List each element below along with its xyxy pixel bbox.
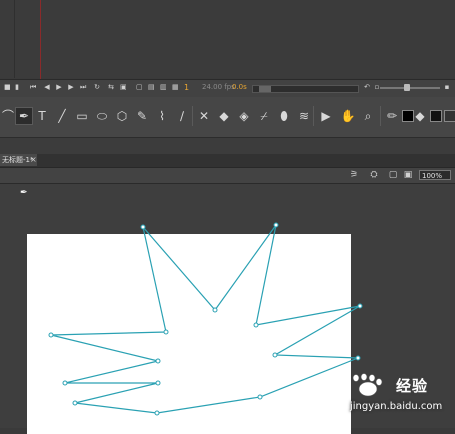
step-back-icon[interactable]: ◀ xyxy=(44,84,50,91)
fill-color-swatch[interactable] xyxy=(430,110,442,122)
ink-bottle-icon[interactable]: ◈ xyxy=(236,108,252,124)
tool-separator xyxy=(380,106,381,126)
watermark-brand: 经验 xyxy=(396,377,429,395)
camera-icon[interactable]: ▶ xyxy=(318,108,334,124)
slider-knob[interactable] xyxy=(404,84,410,91)
line-icon[interactable]: ╱ xyxy=(54,108,70,124)
layer-delete-icon[interactable]: ▮ xyxy=(14,84,20,91)
polystar-icon[interactable]: ⬡ xyxy=(114,108,130,124)
pencil-icon[interactable]: ✎ xyxy=(134,108,150,124)
timeline-controls-bar: ■ ▮ ⏮ ◀ ▶ ▶ ⏭ ↻ ⇆ ▣ ▢ ▤ ▥ ▦ 1 24.00 fps … xyxy=(0,79,455,98)
onion-outline-icon[interactable]: ▢ xyxy=(136,84,143,91)
pen-icon[interactable]: ✒ xyxy=(15,107,33,125)
rectangle-icon[interactable]: ▭ xyxy=(74,108,90,124)
current-frame-readout: 1 xyxy=(184,83,190,92)
pen-cursor-icon: ✒ xyxy=(20,188,28,198)
stage-canvas[interactable] xyxy=(27,234,351,434)
brush-alt-icon[interactable]: ∕ xyxy=(174,108,190,124)
edit-multiple-frames-icon[interactable]: ▤ xyxy=(148,84,155,91)
eraser-icon[interactable]: ⬮ xyxy=(276,108,292,124)
hand-icon[interactable]: ✋ xyxy=(340,108,356,124)
frame-view-icon[interactable]: ▦ xyxy=(172,84,179,91)
watermark-url: jingyan.baidu.com xyxy=(350,401,443,412)
scrollbar-thumb[interactable] xyxy=(259,86,271,92)
zoom-in-icon[interactable]: ▪ xyxy=(444,84,450,91)
center-frame-icon[interactable]: ⇆ xyxy=(108,84,114,91)
timeline-zoom-slider[interactable] xyxy=(380,84,440,91)
document-tab-bar: 无标题-1* × xyxy=(0,154,455,168)
clip-content-icon[interactable]: ▢ xyxy=(388,170,398,180)
fill-color-icon[interactable]: ◆ xyxy=(412,108,428,124)
elapsed-time-readout: 0.0s xyxy=(232,83,247,91)
swap-colors-swatch[interactable] xyxy=(444,110,455,122)
goto-first-frame-icon[interactable]: ⏮ xyxy=(30,84,36,91)
lasso-icon[interactable]: ⌒ xyxy=(0,108,16,124)
camera-layer-icon[interactable]: ■ xyxy=(4,84,11,91)
center-stage-icon[interactable]: ▣ xyxy=(403,170,413,180)
bone-icon[interactable]: ✕ xyxy=(196,108,212,124)
eyedropper-icon[interactable]: ⌿ xyxy=(256,108,272,124)
timeline-layer-divider xyxy=(14,0,15,78)
watermark: 经验 jingyan.baidu.com xyxy=(342,372,452,418)
timeline-panel[interactable] xyxy=(0,0,455,78)
edit-bar: ⚞ ⛭ ▢ ▣ 100% xyxy=(0,168,455,184)
timeline-scrollbar[interactable] xyxy=(252,85,359,93)
text-icon[interactable]: T xyxy=(34,108,50,124)
zoom-level-field[interactable]: 100% xyxy=(419,170,451,180)
symbol-icon[interactable]: ⛭ xyxy=(369,170,379,180)
onion-skin-icon[interactable]: ▣ xyxy=(120,84,127,91)
tool-separator xyxy=(192,106,193,126)
tool-separator xyxy=(313,106,314,126)
tools-panel: ⌒ ✒ T ╱ ▭ ⬭ ⬡ ✎ ⌇ ∕ ✕ ◆ ◈ ⌿ ⬮ ≋ ▶ ✋ ⌕ ✏ … xyxy=(0,97,455,138)
loop-icon[interactable]: ↻ xyxy=(94,84,100,91)
close-icon[interactable]: × xyxy=(30,154,37,166)
goto-last-frame-icon[interactable]: ⏭ xyxy=(80,84,86,91)
baidu-paw-logo-icon xyxy=(352,373,383,397)
modify-markers-icon[interactable]: ▥ xyxy=(160,84,167,91)
panel-divider xyxy=(0,138,455,154)
brush-icon[interactable]: ⌇ xyxy=(154,108,170,124)
step-forward-icon[interactable]: ▶ xyxy=(68,84,74,91)
stroke-color-icon[interactable]: ✏ xyxy=(384,108,400,124)
playhead-line[interactable] xyxy=(40,0,41,80)
fps-readout[interactable]: 24.00 fps xyxy=(202,83,235,91)
width-icon[interactable]: ≋ xyxy=(296,108,312,124)
undo-icon[interactable]: ↶ xyxy=(364,84,370,91)
oval-icon[interactable]: ⬭ xyxy=(94,108,110,124)
scene-icon[interactable]: ⚞ xyxy=(349,170,359,180)
play-icon[interactable]: ▶ xyxy=(56,84,62,91)
paint-bucket-icon[interactable]: ◆ xyxy=(216,108,232,124)
zoom-icon[interactable]: ⌕ xyxy=(360,108,376,124)
